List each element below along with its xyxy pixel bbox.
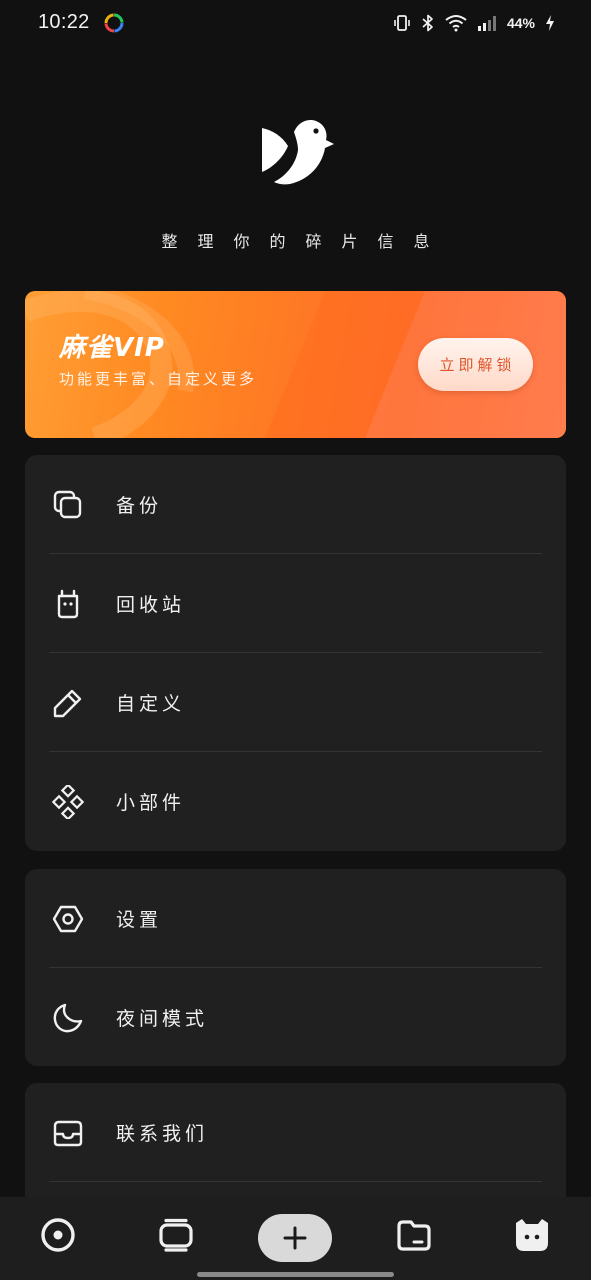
profile-icon [516, 1219, 548, 1251]
nav-record[interactable] [38, 1215, 78, 1255]
inbox-icon [53, 1120, 83, 1147]
bottom-navigation [0, 1197, 591, 1280]
widget-icon [51, 785, 85, 819]
menu-item-label: 自定义 [116, 693, 186, 715]
menu-item-customize[interactable]: 自定义 [25, 653, 566, 752]
signal-icon [477, 16, 496, 31]
folder-icon [397, 1220, 431, 1251]
app-logo [250, 114, 342, 190]
menu-item-trash[interactable]: 回收站 [25, 554, 566, 653]
add-icon [283, 1226, 307, 1250]
menu-item-night-mode[interactable]: 夜间模式 [25, 968, 566, 1067]
menu-item-label: 夜间模式 [116, 1008, 209, 1030]
status-bar: 10:22 44% [0, 0, 591, 46]
cards-icon [159, 1218, 193, 1252]
status-icons: 44% [393, 12, 555, 34]
moon-icon [53, 1003, 83, 1033]
vip-banner[interactable]: 麻雀VIP 功能更丰富、自定义更多 立即解锁 [25, 291, 566, 438]
unlock-vip-label: 立即解锁 [439, 356, 516, 374]
menu-item-contact[interactable]: 联系我们 [25, 1083, 566, 1182]
menu-item-backup[interactable]: 备份 [25, 455, 566, 554]
menu-group-preferences: 设置 夜间模式 [25, 869, 566, 1066]
record-icon [41, 1218, 75, 1252]
battery-level: 44% [506, 15, 535, 31]
menu-item-label: 小部件 [116, 792, 186, 814]
unlock-vip-button[interactable]: 立即解锁 [418, 338, 533, 391]
backup-icon [53, 490, 82, 519]
nav-folder[interactable] [394, 1215, 434, 1255]
charging-icon [546, 15, 554, 31]
menu-item-label: 联系我们 [116, 1123, 209, 1145]
menu-item-label: 回收站 [116, 594, 186, 616]
nav-profile[interactable] [512, 1215, 552, 1255]
divider [49, 1181, 542, 1182]
vibrate-icon [394, 15, 410, 31]
menu-item-settings[interactable]: 设置 [25, 869, 566, 968]
menu-item-widgets[interactable]: 小部件 [25, 752, 566, 851]
app-notification-icon [104, 13, 124, 33]
wifi-icon [445, 15, 467, 32]
bluetooth-icon [422, 14, 433, 32]
menu-item-label: 设置 [116, 909, 163, 931]
add-button[interactable] [258, 1214, 332, 1262]
trash-icon [57, 589, 79, 619]
menu-group-data: 备份 回收站 自定义 小部件 [25, 455, 566, 851]
nav-cards[interactable] [156, 1215, 196, 1255]
app-tagline: 整理你的碎片信息 [161, 232, 450, 251]
sparrow-logo-icon [262, 120, 334, 185]
pencil-icon [53, 689, 82, 718]
menu-item-label: 备份 [116, 495, 163, 517]
settings-icon [52, 905, 84, 933]
vip-title: 麻雀VIP [59, 333, 165, 363]
status-time: 10:22 [38, 11, 90, 33]
vip-subtitle: 功能更丰富、自定义更多 [59, 370, 258, 388]
home-indicator[interactable] [197, 1272, 394, 1277]
